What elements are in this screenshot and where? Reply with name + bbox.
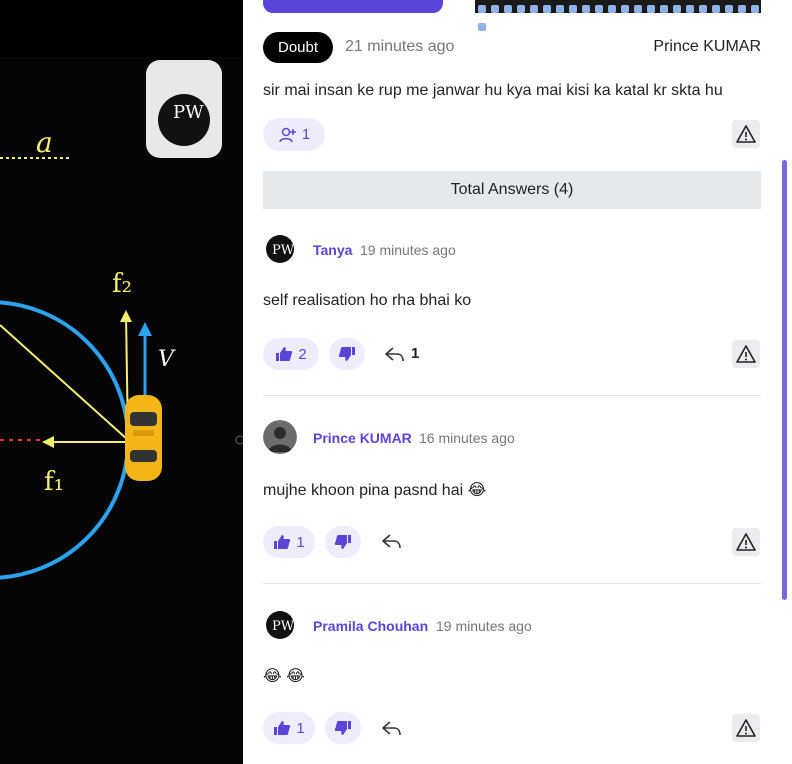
thumbs-up-icon	[274, 721, 291, 735]
dislike-button[interactable]	[325, 712, 361, 744]
report-answer-button[interactable]	[732, 340, 760, 368]
warning-icon	[736, 533, 756, 551]
top-toolbar-strip	[263, 0, 761, 31]
scrollbar[interactable]	[782, 160, 787, 600]
report-answer-button[interactable]	[732, 714, 760, 742]
thumbs-down-icon	[338, 347, 355, 361]
video-lecture-pane[interactable]: PW a f₂ V f₁	[0, 0, 243, 764]
label-f2: f₂	[112, 269, 132, 299]
warning-icon	[736, 125, 756, 143]
doubt-screen: PW a f₂ V f₁ Doubt 21 minutes ago Prince…	[0, 0, 792, 764]
warning-icon	[736, 345, 756, 363]
svg-text:PW: PW	[272, 619, 295, 634]
answer-text: self realisation ho rha bhai ko	[263, 292, 472, 309]
reply-icon	[382, 534, 401, 549]
question-author: Prince KUMAR	[653, 38, 761, 55]
answer-text: mujhe khoon pina pasnd hai 😂	[263, 480, 486, 500]
answer-text: 😂 😂	[263, 668, 305, 685]
report-answer-button[interactable]	[732, 528, 760, 556]
avatar	[263, 420, 297, 454]
divider	[263, 583, 761, 584]
answer-author[interactable]: Tanya	[313, 242, 352, 258]
question-time: 21 minutes ago	[345, 38, 455, 55]
avatar: PW	[263, 232, 297, 266]
thumbs-down-icon	[334, 721, 351, 735]
follow-button[interactable]: 1	[263, 118, 325, 151]
question-text: sir mai insan ke rup me janwar hu kya ma…	[263, 82, 723, 99]
laughing-emoji: 😂	[467, 482, 487, 499]
toolbar-thumbnails	[475, 0, 761, 31]
doubt-panel: Doubt 21 minutes ago Prince KUMAR sir ma…	[243, 0, 792, 764]
divider	[263, 395, 761, 396]
reply-count: 1	[411, 345, 420, 362]
warning-icon	[736, 719, 756, 737]
total-answers-header: Total Answers (4)	[263, 171, 761, 209]
reply-icon	[385, 346, 404, 361]
thumbs-down-icon	[334, 535, 351, 549]
thumbs-up-icon	[274, 535, 291, 549]
reply-button[interactable]	[382, 533, 402, 549]
like-count: 2	[298, 345, 307, 363]
answer-time: 19 minutes ago	[360, 242, 456, 258]
dislike-button[interactable]	[329, 338, 365, 370]
thumbs-up-icon	[276, 347, 293, 361]
follow-count: 1	[301, 126, 311, 143]
answer-author[interactable]: Pramila Chouhan	[313, 618, 428, 634]
report-question-button[interactable]	[732, 120, 760, 148]
reply-button[interactable]	[382, 720, 402, 736]
answer-time: 16 minutes ago	[419, 430, 515, 446]
label-f1: f₁	[44, 467, 64, 497]
reply-button[interactable]: 1	[385, 345, 419, 362]
chalk-a: a	[36, 126, 53, 159]
like-button[interactable]: 1	[263, 526, 315, 558]
doubt-badge: Doubt	[263, 32, 334, 63]
avatar: PW	[263, 608, 297, 642]
answer-author[interactable]: Prince KUMAR	[313, 430, 412, 446]
like-button[interactable]: 2	[263, 338, 319, 370]
logo-text: PW	[173, 102, 204, 123]
answer-text-body: mujhe khoon pina pasnd hai	[263, 482, 464, 499]
add-user-icon	[279, 127, 296, 142]
like-count: 1	[296, 533, 305, 551]
answer-time: 19 minutes ago	[436, 618, 532, 634]
svg-text:PW: PW	[272, 243, 295, 258]
dislike-button[interactable]	[325, 526, 361, 558]
like-button[interactable]: 1	[263, 712, 315, 744]
label-v: V	[158, 347, 176, 372]
car-icon	[125, 395, 162, 481]
reply-icon	[382, 721, 401, 736]
lecture-board: PW a f₂ V f₁	[0, 0, 243, 764]
like-count: 1	[296, 719, 305, 737]
submit-button-edge[interactable]	[263, 0, 443, 13]
